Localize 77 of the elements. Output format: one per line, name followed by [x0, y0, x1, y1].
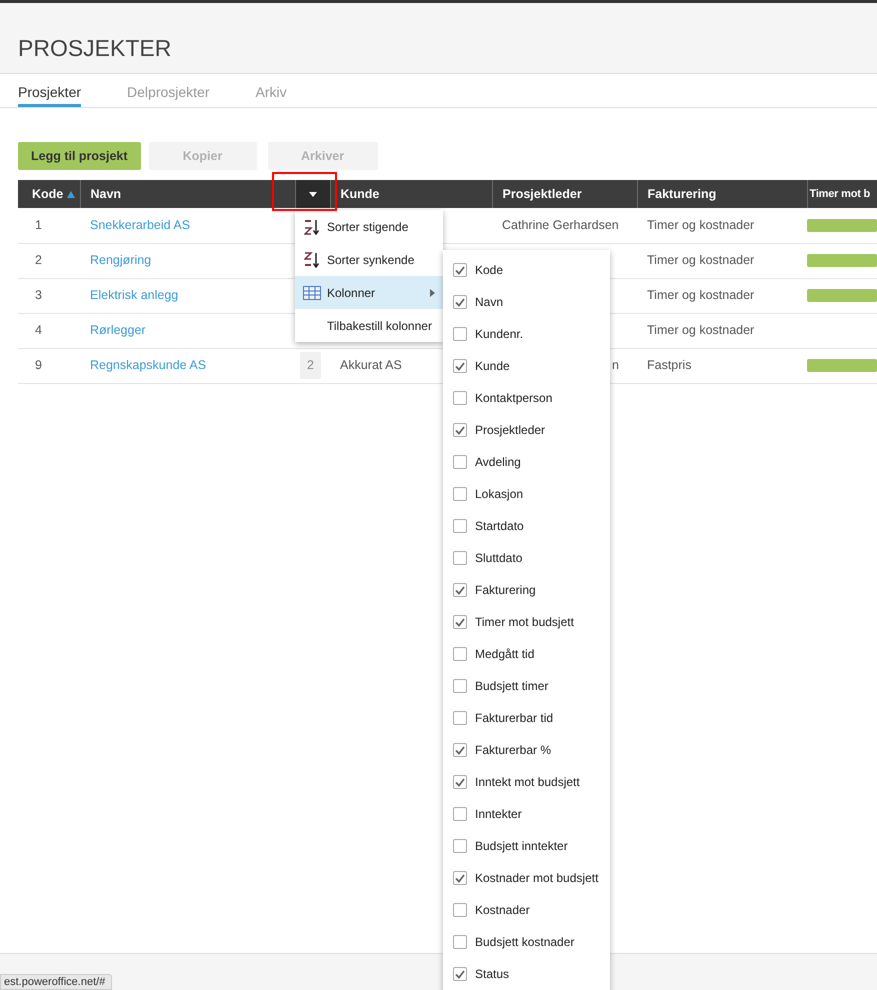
column-option[interactable]: Avdeling: [443, 446, 610, 478]
column-option[interactable]: Kundenr.: [443, 318, 610, 350]
cell-text: Cathrine Gerhardsen: [502, 218, 619, 232]
caret-icon: [308, 192, 316, 196]
column-option[interactable]: Inntekter: [443, 798, 610, 830]
cell-text: Akkurat AS: [340, 358, 402, 372]
column-option[interactable]: Inntekt mot budsjett: [443, 766, 610, 798]
tab[interactable]: Prosjekter: [18, 74, 82, 107]
column-option[interactable]: Kode: [443, 254, 610, 286]
highlight-frame: [272, 172, 337, 211]
column-option[interactable]: Medgått tid: [443, 638, 610, 670]
column-option[interactable]: Navn: [443, 286, 610, 318]
add-button[interactable]: Legg til prosjekt: [18, 142, 141, 170]
checkbox[interactable]: [453, 551, 467, 565]
sort-descending-icon: [304, 252, 320, 268]
checkbox[interactable]: [453, 679, 467, 693]
code-text: 1: [35, 218, 42, 232]
column-option[interactable]: Budsjett inntekter: [443, 830, 610, 862]
sort-ascending-icon: [304, 218, 320, 234]
menu-item[interactable]: Sorter synkende: [295, 243, 443, 276]
checkbox[interactable]: [453, 871, 467, 885]
column-option[interactable]: Kontaktperson: [443, 382, 610, 414]
checkbox[interactable]: [453, 935, 467, 949]
checkbox[interactable]: [453, 647, 467, 661]
checkbox[interactable]: [453, 967, 467, 981]
checkbox[interactable]: [453, 903, 467, 917]
column-option[interactable]: Kostnader: [443, 894, 610, 926]
submenu-arrow-icon: [430, 289, 435, 298]
status-url: est.poweroffice.net/#: [0, 974, 112, 990]
cell-text: Timer og kostnader: [647, 218, 754, 232]
code-text: 3: [35, 288, 42, 302]
checkbox[interactable]: [453, 775, 467, 789]
checkbox[interactable]: [453, 359, 467, 373]
checkbox[interactable]: [453, 807, 467, 821]
column-option[interactable]: Timer mot budsjett: [443, 606, 610, 638]
checkbox[interactable]: [453, 487, 467, 501]
checkbox[interactable]: [453, 583, 467, 597]
checkbox[interactable]: [453, 423, 467, 437]
checkbox[interactable]: [453, 839, 467, 853]
menu-item[interactable]: Tilbakestill kolonner: [295, 309, 443, 342]
page-title: PROSJEKTER: [18, 37, 172, 60]
code-text: 4: [35, 323, 42, 338]
column-option[interactable]: Budsjett kostnader: [443, 926, 610, 958]
menu-item[interactable]: Kolonner: [295, 276, 443, 309]
column-header[interactable]: Navn: [90, 186, 122, 201]
checkbox[interactable]: [453, 391, 467, 405]
column-option[interactable]: Startdato: [443, 510, 610, 542]
code-text: 2: [35, 253, 42, 268]
column-option[interactable]: Lokasjon: [443, 478, 610, 510]
column-option[interactable]: Fakturerbar %: [443, 734, 610, 766]
column-option[interactable]: Fakturerbar tid: [443, 702, 610, 734]
column-option[interactable]: Kostnader mot budsjett: [443, 862, 610, 894]
checkbox[interactable]: [453, 455, 467, 469]
cell-text: Timer og kostnader: [647, 253, 754, 268]
menu-item[interactable]: Sorter stigende: [295, 210, 443, 243]
checkbox[interactable]: [453, 743, 467, 757]
column-option[interactable]: Fakturering: [443, 574, 610, 606]
checkbox[interactable]: [453, 519, 467, 533]
checkbox[interactable]: [453, 327, 467, 341]
column-menu-button[interactable]: [296, 180, 330, 208]
cell-text: n: [612, 358, 619, 372]
count-badge: 2: [300, 352, 321, 379]
cell-text: Timer og kostnader: [647, 323, 754, 338]
columns-icon: [303, 286, 321, 300]
checkbox[interactable]: [453, 615, 467, 629]
checkbox[interactable]: [453, 263, 467, 277]
column-option[interactable]: Kunde: [443, 350, 610, 382]
cell-text: Timer og kostnader: [647, 288, 754, 302]
code-text: 9: [35, 358, 42, 372]
column-option[interactable]: Status: [443, 958, 610, 990]
column-option[interactable]: Sluttdato: [443, 542, 610, 574]
column-option[interactable]: Prosjektleder: [443, 414, 610, 446]
cell-text: Fastpris: [647, 358, 692, 372]
column-header[interactable]: Kunde: [340, 186, 380, 201]
checkbox[interactable]: [453, 711, 467, 725]
checkbox[interactable]: [453, 295, 467, 309]
column-option[interactable]: Budsjett timer: [443, 670, 610, 702]
